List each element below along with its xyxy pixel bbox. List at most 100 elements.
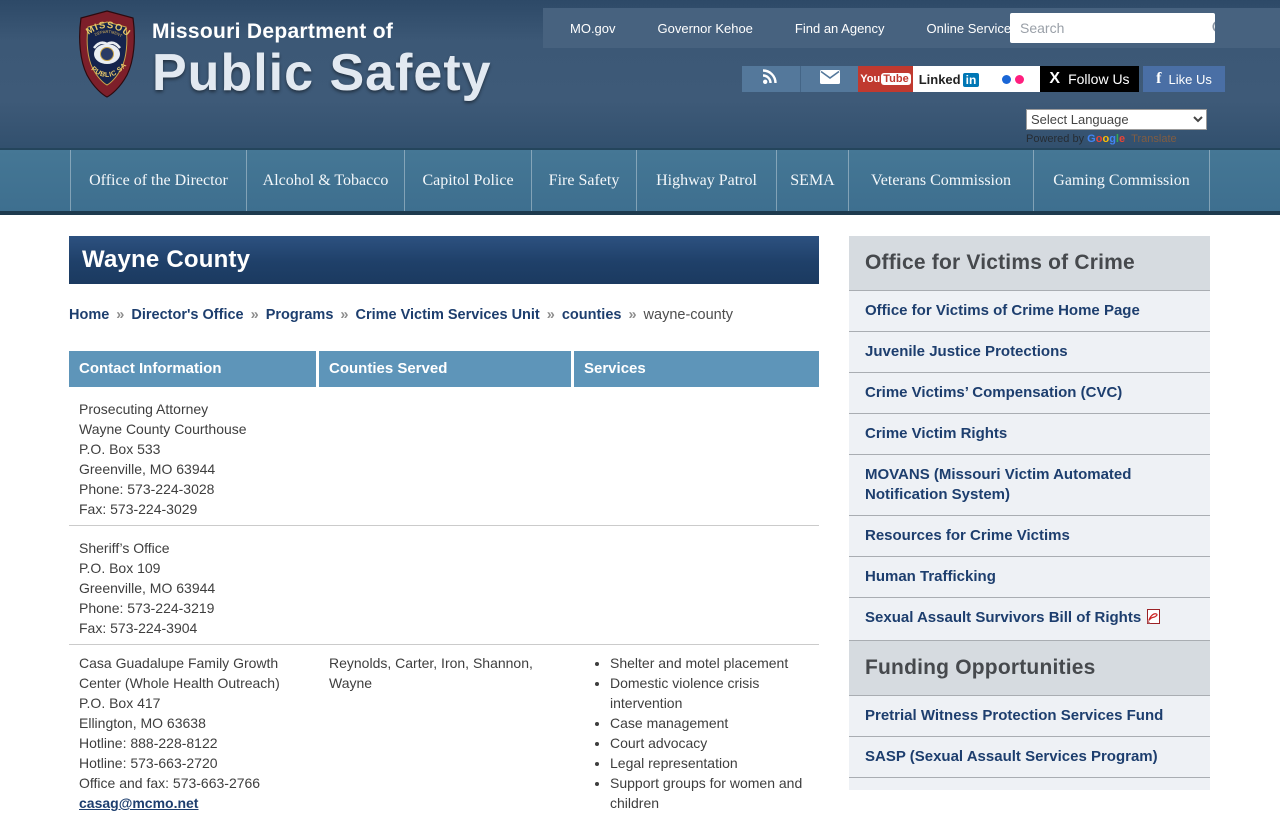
language-select[interactable]: Select Language: [1026, 109, 1207, 130]
service-item: Domestic violence crisis intervention: [610, 673, 805, 713]
x-icon: X: [1049, 70, 1060, 88]
search-input[interactable]: [1010, 20, 1211, 36]
contact-line: Fax: 573-224-3904: [79, 618, 305, 638]
youtube-icon: YouTube: [860, 73, 910, 85]
sidebar-section-title: Funding Opportunities: [849, 641, 1210, 696]
sidebar-link-sexual-assault-survivors-bill-of-rights[interactable]: Sexual Assault Survivors Bill of Rights: [849, 598, 1210, 641]
sidebar-link-crime-victim-rights[interactable]: Crime Victim Rights: [849, 414, 1210, 455]
services-cell: [574, 399, 819, 519]
sidebar-section-title: Office for Victims of Crime: [849, 236, 1210, 291]
google-translate-attribution: Powered by Google Translate: [1026, 133, 1216, 145]
breadcrumb-link[interactable]: Programs: [266, 307, 334, 323]
sidebar-link-crime-victims-compensation-cvc-[interactable]: Crime Victims’ Compensation (CVC): [849, 373, 1210, 414]
rss-button[interactable]: [742, 66, 801, 92]
language-widget: Select Language Powered by Google Transl…: [1026, 109, 1216, 145]
youtube-button[interactable]: YouTube: [858, 66, 913, 92]
sidebar-link-label: Crime Victim Rights: [865, 425, 1007, 442]
sidebar-link-resources-for-crime-victims[interactable]: Resources for Crime Victims: [849, 516, 1210, 557]
contact-line: P.O. Box 533: [79, 439, 305, 459]
social-bar: YouTube Linkedin X Follow Us f Like Us: [742, 66, 1225, 92]
nav-item-veterans-commission[interactable]: Veterans Commission: [848, 150, 1033, 211]
page-title-banner: Wayne County: [69, 236, 819, 284]
breadcrumb-separator: »: [251, 307, 259, 323]
facebook-like-button[interactable]: f Like Us: [1143, 66, 1225, 92]
sidebar-link-pretrial-witness-protection-services-fun[interactable]: Pretrial Witness Protection Services Fun…: [849, 696, 1210, 737]
table-header-row: Contact Information Counties Served Serv…: [69, 351, 819, 387]
sidebar-link-label: Crime Victims’ Compensation (CVC): [865, 384, 1122, 401]
contact-line: Office and fax: 573-663-2766: [79, 773, 305, 793]
sidebar-link-label: SASP (Sexual Assault Services Program): [865, 748, 1158, 765]
nav-item-highway-patrol[interactable]: Highway Patrol: [636, 150, 776, 211]
dps-seal-logo[interactable]: MISSOURI DEPARTMENT OF PUBLIC SAFETY: [74, 10, 140, 103]
table-row: Casa Guadalupe Family Growth Center (Who…: [69, 645, 819, 819]
sidebar: Office for Victims of Crime Office for Vi…: [849, 236, 1210, 790]
contact-info-cell: Casa Guadalupe Family Growth Center (Who…: [69, 653, 319, 813]
service-item: Court advocacy: [610, 733, 805, 753]
breadcrumb-separator: »: [116, 307, 124, 323]
contact-info-cell: Prosecuting AttorneyWayne County Courtho…: [69, 399, 319, 519]
sidebar-link-movans-missouri-victim-automated-notific[interactable]: MOVANS (Missouri Victim Automated Notifi…: [849, 455, 1210, 516]
sidebar-link-label: Office for Victims of Crime Home Page: [865, 302, 1140, 319]
breadcrumb-link[interactable]: Director's Office: [131, 307, 243, 323]
utility-link-online-services[interactable]: Online Services: [927, 21, 1018, 36]
breadcrumb-current: wayne-county: [644, 307, 733, 323]
contact-line: Fax: 573-224-3029: [79, 499, 305, 519]
sidebar-link-sasp-sexual-assault-services-program-[interactable]: SASP (Sexual Assault Services Program): [849, 737, 1210, 778]
facebook-icon: f: [1156, 70, 1161, 88]
column-header-services: Services: [574, 351, 819, 387]
sidebar-link-office-for-victims-of-crime-home-page[interactable]: Office for Victims of Crime Home Page: [849, 291, 1210, 332]
sidebar-link-juvenile-justice-protections[interactable]: Juvenile Justice Protections: [849, 332, 1210, 373]
nav-item-capitol-police[interactable]: Capitol Police: [404, 150, 531, 211]
linkedin-button[interactable]: Linkedin: [913, 66, 985, 92]
flickr-button[interactable]: [985, 66, 1040, 92]
nav-item-gaming-commission[interactable]: Gaming Commission: [1033, 150, 1210, 211]
sidebar-link-human-trafficking[interactable]: Human Trafficking: [849, 557, 1210, 598]
breadcrumb-link[interactable]: Home: [69, 307, 109, 323]
brand-wordmark[interactable]: Missouri Department of Public Safety: [152, 20, 492, 102]
flickr-icon: [1015, 75, 1024, 84]
site-header: MISSOURI DEPARTMENT OF PUBLIC SAFETY Mis…: [0, 0, 1280, 148]
x-follow-label: Follow Us: [1068, 71, 1129, 87]
utility-link-find-agency[interactable]: Find an Agency: [795, 21, 885, 36]
email-link[interactable]: casag@mcmo.net: [79, 795, 198, 811]
column-header-contact: Contact Information: [69, 351, 316, 387]
table-body: Prosecuting AttorneyWayne County Courtho…: [69, 387, 819, 819]
breadcrumb-link[interactable]: Crime Victim Services Unit: [355, 307, 539, 323]
contact-line: Greenville, MO 63944: [79, 459, 305, 479]
linkedin-icon: Linkedin: [919, 72, 980, 87]
email-button[interactable]: [801, 66, 858, 92]
breadcrumb-separator: »: [340, 307, 348, 323]
counties-served-cell: [319, 538, 574, 638]
contact-line: Phone: 573-224-3219: [79, 598, 305, 618]
sidebar-link-label: Sexual Assault Survivors Bill of Rights: [865, 609, 1141, 626]
nav-item-sema[interactable]: SEMA: [776, 150, 848, 211]
services-cell: [574, 538, 819, 638]
breadcrumb-separator: »: [628, 307, 636, 323]
pdf-icon: [1146, 609, 1161, 630]
primary-nav: Office of the DirectorAlcohol & TobaccoC…: [0, 148, 1280, 215]
sidebar-link-label: Pretrial Witness Protection Services Fun…: [865, 707, 1163, 724]
table-row: Prosecuting AttorneyWayne County Courtho…: [69, 387, 819, 526]
utility-link-governor[interactable]: Governor Kehoe: [658, 21, 753, 36]
brand-line1: Missouri Department of: [152, 20, 492, 44]
nav-item-alcohol-tobacco[interactable]: Alcohol & Tobacco: [246, 150, 404, 211]
counties-served-cell: Reynolds, Carter, Iron, Shannon, Wayne: [319, 653, 574, 813]
nav-item-office-of-the-director[interactable]: Office of the Director: [70, 150, 246, 211]
sidebar-link-label: MOVANS (Missouri Victim Automated Notifi…: [865, 466, 1131, 503]
column-header-counties: Counties Served: [319, 351, 571, 387]
contact-line: Prosecuting Attorney: [79, 399, 305, 419]
sidebar-link-label: Juvenile Justice Protections: [865, 343, 1068, 360]
utility-link-mogov[interactable]: MO.gov: [570, 21, 616, 36]
x-follow-button[interactable]: X Follow Us: [1040, 66, 1139, 92]
breadcrumb-link[interactable]: counties: [562, 307, 622, 323]
flickr-icon: [1002, 75, 1011, 84]
contact-line: Casa Guadalupe Family Growth Center (Who…: [79, 653, 305, 693]
search-icon[interactable]: [1211, 19, 1215, 37]
page-title: Wayne County: [82, 246, 250, 274]
contact-line: Ellington, MO 63638: [79, 713, 305, 733]
facebook-like-label: Like Us: [1168, 72, 1211, 87]
sidebar-link-label: Resources for Crime Victims: [865, 527, 1070, 544]
table-row: Sheriff’s OfficeP.O. Box 109Greenville, …: [69, 526, 819, 645]
nav-item-fire-safety[interactable]: Fire Safety: [531, 150, 636, 211]
contact-line: Greenville, MO 63944: [79, 578, 305, 598]
